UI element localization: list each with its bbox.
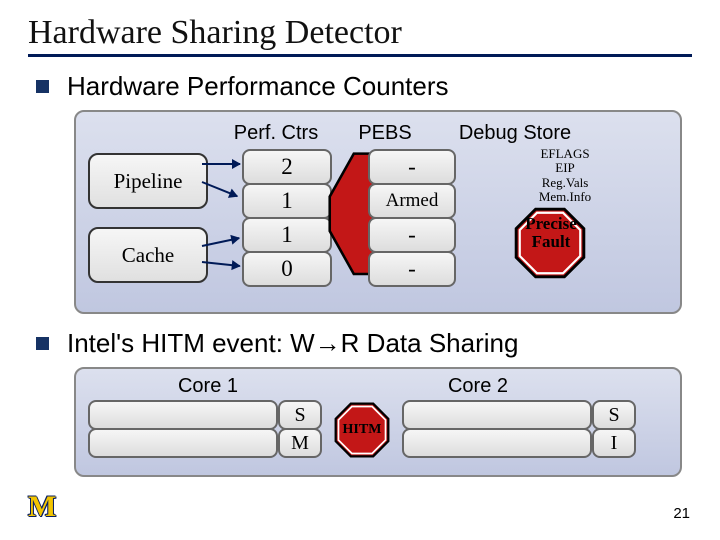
header-perfctrs: Perf. Ctrs	[222, 122, 330, 145]
pebs-2: -	[368, 217, 456, 253]
header-pebs: PEBS	[330, 122, 440, 145]
pebs-0: -	[368, 149, 456, 185]
core2-states: S I	[592, 400, 636, 456]
bullet-marker	[36, 80, 49, 93]
bullet-1-text: Hardware Performance Counters	[67, 71, 449, 102]
slide-title: Hardware Sharing Detector	[28, 14, 692, 57]
core1-state-0: S	[278, 400, 322, 430]
core1-states: S M	[278, 400, 322, 456]
core1-cache	[88, 400, 278, 456]
header-debugstore: Debug Store	[440, 122, 590, 145]
ctr-1: 1	[242, 183, 332, 219]
core2-header: Core 2	[358, 375, 598, 398]
ctr-2: 1	[242, 217, 332, 253]
core2-state-1: I	[592, 428, 636, 458]
hitm-label: HITM	[336, 422, 388, 438]
core2-state-0: S	[592, 400, 636, 430]
panel-hitm: Core 1 Core 2 S M HITM	[74, 367, 682, 477]
michigan-logo: M	[28, 490, 54, 524]
box-pipeline: Pipeline	[88, 153, 208, 209]
bullet-2: Intel's HITM event: W→R Data Sharing	[36, 328, 692, 359]
ds-item-1: EIP	[510, 161, 620, 175]
precise-fault-text: Precise Fault	[496, 215, 606, 251]
core1-state-1: M	[278, 428, 322, 458]
bullet-2-text: Intel's HITM event: W→R Data Sharing	[67, 328, 518, 359]
core2-cache	[402, 400, 592, 456]
core1-line-1	[88, 428, 278, 458]
ds-item-0: EFLAGS	[510, 147, 620, 161]
box-cache: Cache	[88, 227, 208, 283]
ctr-0: 2	[242, 149, 332, 185]
pebs-counters: - Armed - -	[368, 149, 456, 285]
pebs-3: -	[368, 251, 456, 287]
bullet-marker	[36, 337, 49, 350]
perf-counters: 2 1 1 0	[242, 149, 332, 285]
panel-counters: Perf. Ctrs PEBS Debug Store Pipeline Cac…	[74, 110, 682, 314]
ds-items: EFLAGS EIP Reg.Vals Mem.Info	[510, 147, 620, 204]
pebs-1: Armed	[368, 183, 456, 219]
bullet-1: Hardware Performance Counters	[36, 71, 692, 102]
page-number: 21	[673, 505, 690, 522]
ds-item-3: Mem.Info	[510, 190, 620, 204]
core1-line-0	[88, 400, 278, 430]
core1-header: Core 1	[88, 375, 328, 398]
core2-line-1	[402, 428, 592, 458]
core2-line-0	[402, 400, 592, 430]
ds-item-2: Reg.Vals	[510, 176, 620, 190]
ctr-3: 0	[242, 251, 332, 287]
